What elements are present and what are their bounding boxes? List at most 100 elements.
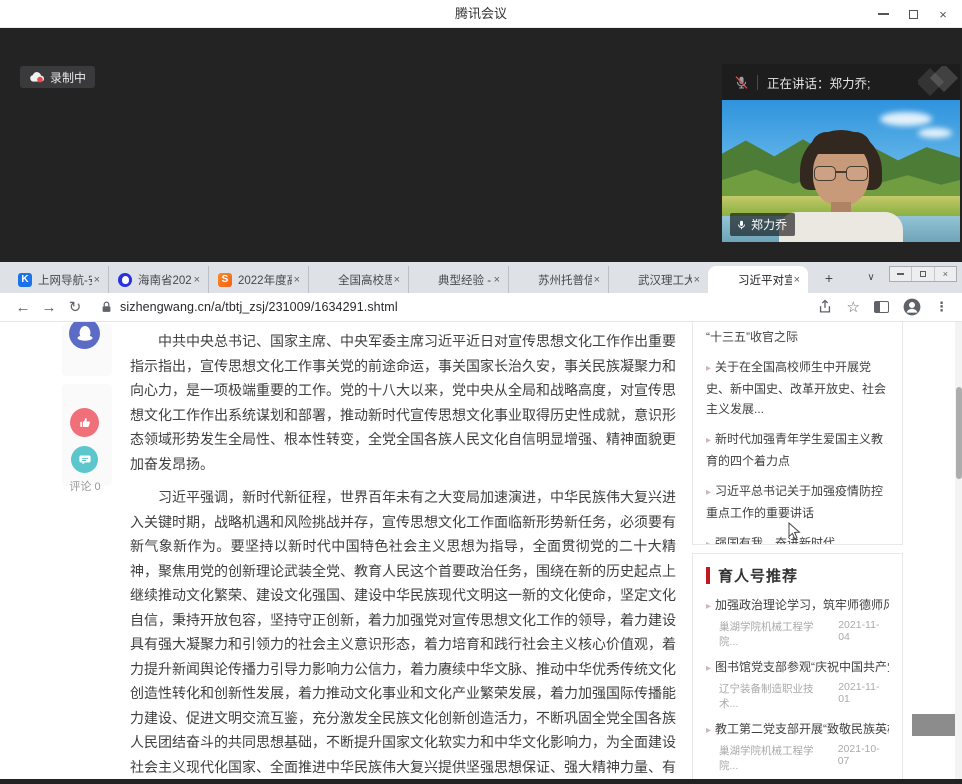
bookmark-star-icon[interactable]: ☆ [847, 298, 860, 316]
lock-icon [100, 300, 113, 314]
browser-tab[interactable]: 武汉理工大学 × [608, 266, 708, 293]
bullet-arrow-icon: ▸ [706, 725, 711, 736]
tab-close-icon[interactable]: × [192, 274, 202, 286]
browser-tab[interactable]: 全国高校思想 × [308, 266, 408, 293]
recommend-item[interactable]: ▸教工第二党支部开展“致敬民族英雄... 巢湖学院机械工程学院...2021-1… [706, 720, 889, 773]
recording-badge[interactable]: 录制中 [20, 66, 95, 88]
back-icon[interactable]: ← [10, 299, 36, 316]
shared-browser: K 上网导航-安全 × 海南省2022年 × S 2022年度高校 × 全国高校… [0, 262, 962, 779]
url-text: sizhengwang.cn/a/tbtj_zsj/231009/1634291… [120, 300, 398, 314]
bullet-arrow-icon: ▸ [706, 539, 711, 545]
related-link[interactable]: ▸关于在全国高校师生中开展党史、新中国史、改革开放史、社会主义发展... [706, 357, 889, 419]
section-accent-bar [706, 567, 710, 584]
browser-menu-icon[interactable]: ⋮ [935, 299, 948, 315]
article-paragraph: 习近平强调，新时代新征程，世界百年未有之大变局加速演进，中华民族伟大复兴进入关键… [130, 485, 676, 779]
related-links-box: “十三五”收官之际 ▸关于在全国高校师生中开展党史、新中国史、改革开放史、社会主… [692, 322, 903, 545]
minimize-icon [878, 13, 889, 15]
speaker-bar: 正在讲话：郑力乔; [722, 64, 960, 100]
tab-title: 海南省2022年 [138, 272, 192, 288]
tab-close-icon[interactable]: × [92, 274, 102, 286]
close-button[interactable]: × [928, 0, 958, 28]
tab-close-icon[interactable]: × [592, 274, 602, 286]
gray-overlay-box [912, 714, 956, 736]
tab-title: 上网导航-安全 [38, 272, 92, 288]
browser-tabbar: K 上网导航-安全 × 海南省2022年 × S 2022年度高校 × 全国高校… [0, 262, 962, 293]
sizhengwang-favicon [318, 273, 332, 287]
tencent-meeting-window: 腾讯会议 × 录制中 正在讲话：郑力乔; [0, 0, 962, 784]
share-icon[interactable] [817, 299, 833, 315]
cloud-record-icon [29, 71, 45, 83]
recommend-item[interactable]: ▸加强政治理论学习，筑牢师德师风底线 巢湖学院机械工程学院...2021-11-… [706, 596, 889, 649]
article-paragraph: 中共中央总书记、国家主席、中央军委主席习近平近日对宣传思想文化工作作出重要指示指… [130, 329, 676, 476]
tab-close-icon[interactable]: × [792, 274, 802, 286]
recommend-box: 育人号推荐 ▸加强政治理论学习，筑牢师德师风底线 巢湖学院机械工程学院...20… [692, 553, 903, 779]
address-bar[interactable]: sizhengwang.cn/a/tbtj_zsj/231009/1634291… [100, 300, 817, 314]
bullet-arrow-icon: ▸ [706, 601, 711, 612]
mic-icon [736, 219, 747, 231]
recommend-item[interactable]: ▸图书馆党支部参观“庆祝中国共产党... 辽宁装备制造职业技术...2021-1… [706, 658, 889, 711]
browser-tab-active[interactable]: 习近平对宣传 × [708, 266, 808, 293]
chrome-window-controls: × [889, 266, 957, 282]
comment-bubble-icon [78, 453, 92, 467]
maximize-icon [909, 10, 918, 19]
chrome-close-button[interactable]: × [934, 267, 956, 281]
sogou-favicon: S [218, 273, 232, 287]
participant-video[interactable]: 郑力乔 [722, 100, 960, 242]
meeting-logo-watermark [918, 66, 958, 98]
forward-icon[interactable]: → [36, 299, 62, 316]
mouse-cursor [788, 522, 802, 540]
like-button[interactable] [70, 408, 99, 437]
bullet-arrow-icon: ▸ [706, 363, 711, 374]
tab-list-chevron-icon[interactable]: ∨ [862, 270, 880, 288]
tab-close-icon[interactable]: × [392, 274, 402, 286]
minimize-button[interactable] [868, 0, 898, 28]
recommend-section-title: 育人号推荐 [718, 565, 798, 586]
qq-penguin-icon [76, 324, 94, 343]
maximize-button[interactable] [898, 0, 928, 28]
browser-tab[interactable]: S 2022年度高校 × [208, 266, 308, 293]
meeting-title: 腾讯会议 [0, 0, 962, 28]
sizhengwang-favicon [618, 273, 632, 287]
tab-title: 典型经验 - 全 [438, 272, 492, 288]
tab-title: 全国高校思想 [338, 272, 392, 288]
related-link[interactable]: ▸习近平总书记关于加强疫情防控重点工作的重要讲话 [706, 481, 889, 523]
article-body: 中共中央总书记、国家主席、中央军委主席习近平近日对宣传思想文化工作作出重要指示指… [130, 329, 676, 779]
item-date: 2021-11-01 [838, 681, 889, 711]
item-date: 2021-10-07 [838, 743, 889, 773]
browser-tab[interactable]: 海南省2022年 × [108, 266, 208, 293]
item-date: 2021-11-04 [838, 619, 889, 649]
browser-tab[interactable]: 典型经验 - 全 × [408, 266, 508, 293]
tab-close-icon[interactable]: × [292, 274, 302, 286]
speaking-indicator: 正在讲话：郑力乔; [767, 73, 870, 92]
sizhengwang-favicon [518, 273, 532, 287]
related-link-partial[interactable]: “十三五”收官之际 [706, 327, 889, 347]
item-source: 巢湖学院机械工程学院... [719, 743, 828, 773]
related-link[interactable]: ▸新时代加强青年学生爱国主义教育的四个着力点 [706, 429, 889, 471]
tab-title: 武汉理工大学 [638, 272, 692, 288]
item-source: 辽宁装备制造职业技术... [719, 681, 828, 711]
scrollbar-thumb[interactable] [956, 387, 962, 479]
recording-label: 录制中 [50, 69, 86, 86]
browser-tab[interactable]: K 上网导航-安全 × [8, 266, 108, 293]
profile-avatar-icon[interactable] [903, 298, 921, 316]
bullet-arrow-icon: ▸ [706, 435, 711, 446]
side-panel-icon[interactable] [874, 301, 889, 313]
sizhengwang-favicon [418, 273, 432, 287]
tab-title: 2022年度高校 [238, 272, 292, 288]
mic-muted-icon [734, 75, 749, 90]
chrome-restore-button[interactable] [911, 267, 933, 281]
tab-close-icon[interactable]: × [692, 274, 702, 286]
reload-icon[interactable]: ↻ [62, 298, 88, 316]
page-scrollbar[interactable] [955, 322, 962, 779]
tab-title: 苏州托普信息 [538, 272, 592, 288]
comment-count: 评论 0 [62, 478, 108, 494]
chrome-minimize-button[interactable] [890, 267, 911, 281]
comment-button[interactable] [71, 446, 98, 473]
meeting-titlebar: 腾讯会议 × [0, 0, 962, 28]
browser-tab[interactable]: 苏州托普信息 × [508, 266, 608, 293]
participant-name: 郑力乔 [751, 216, 787, 233]
tab-close-icon[interactable]: × [492, 274, 502, 286]
new-tab-button[interactable]: + [820, 270, 838, 288]
sizhengwang-favicon [718, 273, 732, 287]
browser-navbar: ← → ↻ sizhengwang.cn/a/tbtj_zsj/231009/1… [0, 293, 962, 322]
